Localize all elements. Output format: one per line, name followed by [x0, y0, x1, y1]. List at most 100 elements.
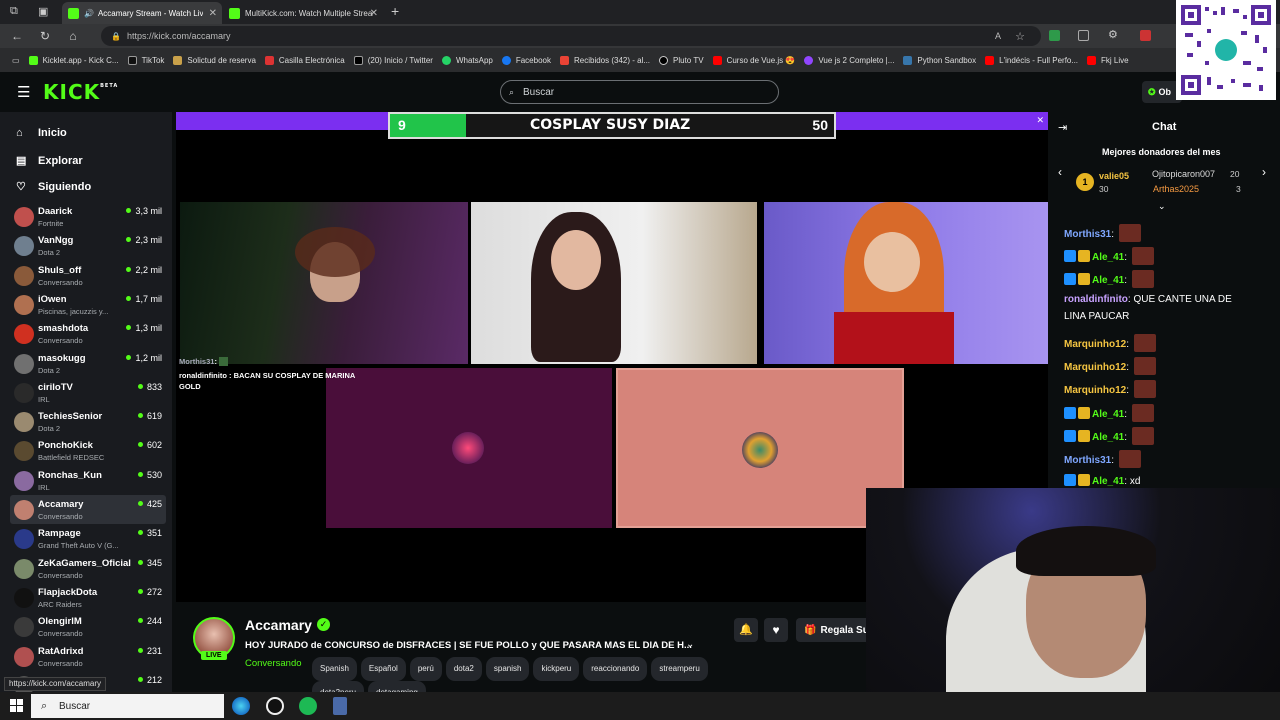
windows-start-icon[interactable] — [10, 699, 23, 712]
browser-menu-icon[interactable]: ⧉ — [10, 5, 18, 18]
nav-following[interactable]: ♡ Siguiendo — [16, 180, 91, 194]
stream-tag[interactable]: kickperu — [533, 657, 580, 681]
chat-username[interactable]: Marquinho12 — [1064, 385, 1126, 396]
chat-username[interactable]: Ale_41 — [1092, 476, 1124, 487]
channel-category: ARC Raiders — [38, 599, 82, 609]
home-icon[interactable]: ⌂ — [62, 29, 84, 43]
bookmark-item[interactable]: Recibidos (342) - al... — [559, 55, 650, 65]
taskbar-search[interactable]: ⌕ Buscar — [31, 694, 224, 718]
bookmark-item[interactable]: Facebook — [501, 55, 551, 65]
extension-icon[interactable] — [1140, 30, 1151, 41]
channel-name: smashdota — [38, 323, 89, 335]
bookmark-item[interactable]: Fkj Live — [1087, 55, 1129, 65]
pinned-chevron-icon[interactable]: ⌄ — [1158, 201, 1166, 212]
viewer-count: 231 — [138, 646, 162, 656]
sidebar-channel[interactable]: TechiesSenior Dota 2 619 — [10, 407, 166, 436]
bookmark-item[interactable]: WhatsApp — [441, 55, 493, 65]
tab-accamary[interactable]: 🔊 Accamary Stream - Watch Live ✕ — [62, 2, 222, 24]
chat-username[interactable]: Marquinho12 — [1064, 339, 1126, 350]
calculator-taskbar-icon[interactable] — [333, 697, 347, 715]
search-input[interactable]: ⌕ Buscar — [500, 80, 779, 104]
hamburger-menu-icon[interactable]: ☰ — [17, 83, 30, 101]
bookmark-item[interactable]: Kicklet.app - Kick C... — [28, 55, 119, 65]
bookmark-item[interactable]: Python Sandbox — [903, 55, 976, 65]
tab-title: Accamary Stream - Watch Live — [97, 8, 203, 18]
sidebar-channel[interactable]: Accamary Conversando 425 — [10, 495, 166, 524]
bookmark-item[interactable]: L'indécis - Full Perfo... — [985, 55, 1078, 65]
bookmark-item[interactable]: Pluto TV — [659, 55, 704, 65]
bookmark-item[interactable]: Curso de Vue.js 😍 — [712, 55, 795, 65]
avatar-icon — [742, 432, 778, 468]
overlay-chat-line: Morthis31: — [179, 357, 379, 366]
chat-username[interactable]: ronaldinfinito — [1064, 294, 1128, 305]
notifications-button[interactable]: 🔔 — [734, 618, 758, 642]
follow-button[interactable]: ♥ — [764, 618, 788, 642]
tab-multikick[interactable]: MultiKick.com: Watch Multiple Streams ✕ — [223, 2, 383, 24]
sidebar-channel[interactable]: OlengirlM Conversando 244 — [10, 612, 166, 641]
edge-taskbar-icon[interactable] — [232, 697, 250, 715]
read-aloud-icon[interactable]: A — [995, 31, 1001, 41]
donors-next-icon[interactable]: › — [1262, 165, 1266, 179]
sidebar-channel[interactable]: iOwen Piscinas, jacuzzis y... 1,7 mil — [10, 290, 166, 319]
stream-tag[interactable]: spanish — [485, 657, 530, 681]
stream-tag[interactable]: perú — [409, 657, 442, 681]
obs-taskbar-icon[interactable] — [266, 697, 284, 715]
bookmark-item[interactable]: Vue js 2 Completo |... — [804, 55, 894, 65]
bookmarks-bar: ▭ Kicklet.app - Kick C... TikTok Solictu… — [0, 48, 1280, 72]
chat-username[interactable]: Ale_41 — [1092, 409, 1124, 420]
tab-actions-icon[interactable]: ▣ — [38, 5, 48, 18]
sidebar-channel[interactable]: Rampage Grand Theft Auto V (G... 351 — [10, 524, 166, 553]
spotify-taskbar-icon[interactable] — [299, 697, 317, 715]
chat-username[interactable]: Morthis31 — [1064, 455, 1111, 466]
stream-tag[interactable]: streamperu — [651, 657, 708, 681]
stream-tag[interactable]: Español — [360, 657, 406, 681]
chat-username[interactable]: Ale_41 — [1092, 275, 1124, 286]
kick-logo[interactable]: KICKBETA — [43, 80, 118, 104]
stream-tag[interactable]: dota2 — [445, 657, 482, 681]
close-overlay-icon[interactable]: ✕ — [1036, 115, 1044, 126]
sidebar-channel[interactable]: PonchoKick Battlefield REDSEC 602 — [10, 436, 166, 465]
close-tab-icon[interactable]: ✕ — [370, 8, 378, 19]
chat-username[interactable]: Ale_41 — [1092, 432, 1124, 443]
donors-prev-icon[interactable]: ‹ — [1058, 165, 1062, 179]
extension-icon[interactable] — [1078, 30, 1089, 41]
sidebar-channel[interactable]: Shuls_off Conversando 2,2 mil — [10, 261, 166, 290]
reload-icon[interactable]: ↻ — [34, 29, 56, 43]
bookmark-item[interactable]: (20) Inicio / Twitter — [353, 55, 433, 65]
sidebar-channel[interactable]: VanNgg Dota 2 2,3 mil — [10, 231, 166, 260]
expand-title-icon[interactable]: ⌄ — [686, 639, 694, 650]
close-tab-icon[interactable]: ✕ — [209, 8, 217, 19]
sidebar-channel[interactable]: ZeKaGamers_Oficial Conversando 345 — [10, 554, 166, 583]
new-tab-icon[interactable]: + — [391, 3, 399, 19]
bookmark-item[interactable]: Solictud de reserva — [173, 55, 256, 65]
stream-tag[interactable]: reaccionando — [583, 657, 648, 681]
gift-sub-button[interactable]: 🎁 Regala Su — [796, 618, 866, 642]
extension-icon[interactable] — [1049, 30, 1060, 41]
bookmark-item[interactable]: TikTok — [127, 55, 164, 65]
back-icon[interactable]: ← — [6, 29, 28, 43]
overlay-chat-line: ronaldinfinito : BACAN SU COSPLAY DE MAR… — [179, 371, 355, 391]
chat-username[interactable]: Marquinho12 — [1064, 362, 1126, 373]
sidebar-channel[interactable]: ciriloTV IRL 833 — [10, 378, 166, 407]
extension-icon[interactable]: ⚙ — [1108, 28, 1118, 41]
stream-tag[interactable]: Spanish — [312, 657, 357, 681]
chat-username[interactable]: Morthis31 — [1064, 229, 1111, 240]
bookmarks-menu-icon[interactable]: ▭ — [12, 56, 20, 65]
stream-category[interactable]: Conversando — [245, 658, 302, 669]
chat-username[interactable]: Ale_41 — [1092, 252, 1124, 263]
sidebar-channel[interactable]: FlapjackDota ARC Raiders 272 — [10, 583, 166, 612]
sidebar-channel[interactable]: Ronchas_Kun IRL 530 — [10, 466, 166, 495]
sidebar-channel[interactable]: smashdota Conversando 1,3 mil — [10, 319, 166, 348]
channel-name: PonchoKick — [38, 440, 93, 452]
bookmark-item[interactable]: Casilla Electrónica — [264, 55, 345, 65]
sidebar-channel[interactable]: Daarick Fortnite 3,3 mil — [10, 202, 166, 231]
channel-avatar — [14, 265, 34, 286]
sidebar-channel[interactable]: masokugg Dota 2 1,2 mil — [10, 349, 166, 378]
nav-explore[interactable]: ▤ Explorar — [16, 154, 83, 168]
collapse-chat-icon[interactable]: ⇥ — [1058, 121, 1067, 134]
sidebar-channel[interactable]: RatAdrixd Conversando 231 — [10, 642, 166, 671]
url-field[interactable]: 🔒 https://kick.com/accamary A ☆ — [101, 26, 1041, 46]
nav-home[interactable]: ⌂ Inicio — [16, 127, 67, 139]
channel-name[interactable]: Accamary — [245, 617, 312, 633]
favorite-star-icon[interactable]: ☆ — [1015, 30, 1025, 43]
